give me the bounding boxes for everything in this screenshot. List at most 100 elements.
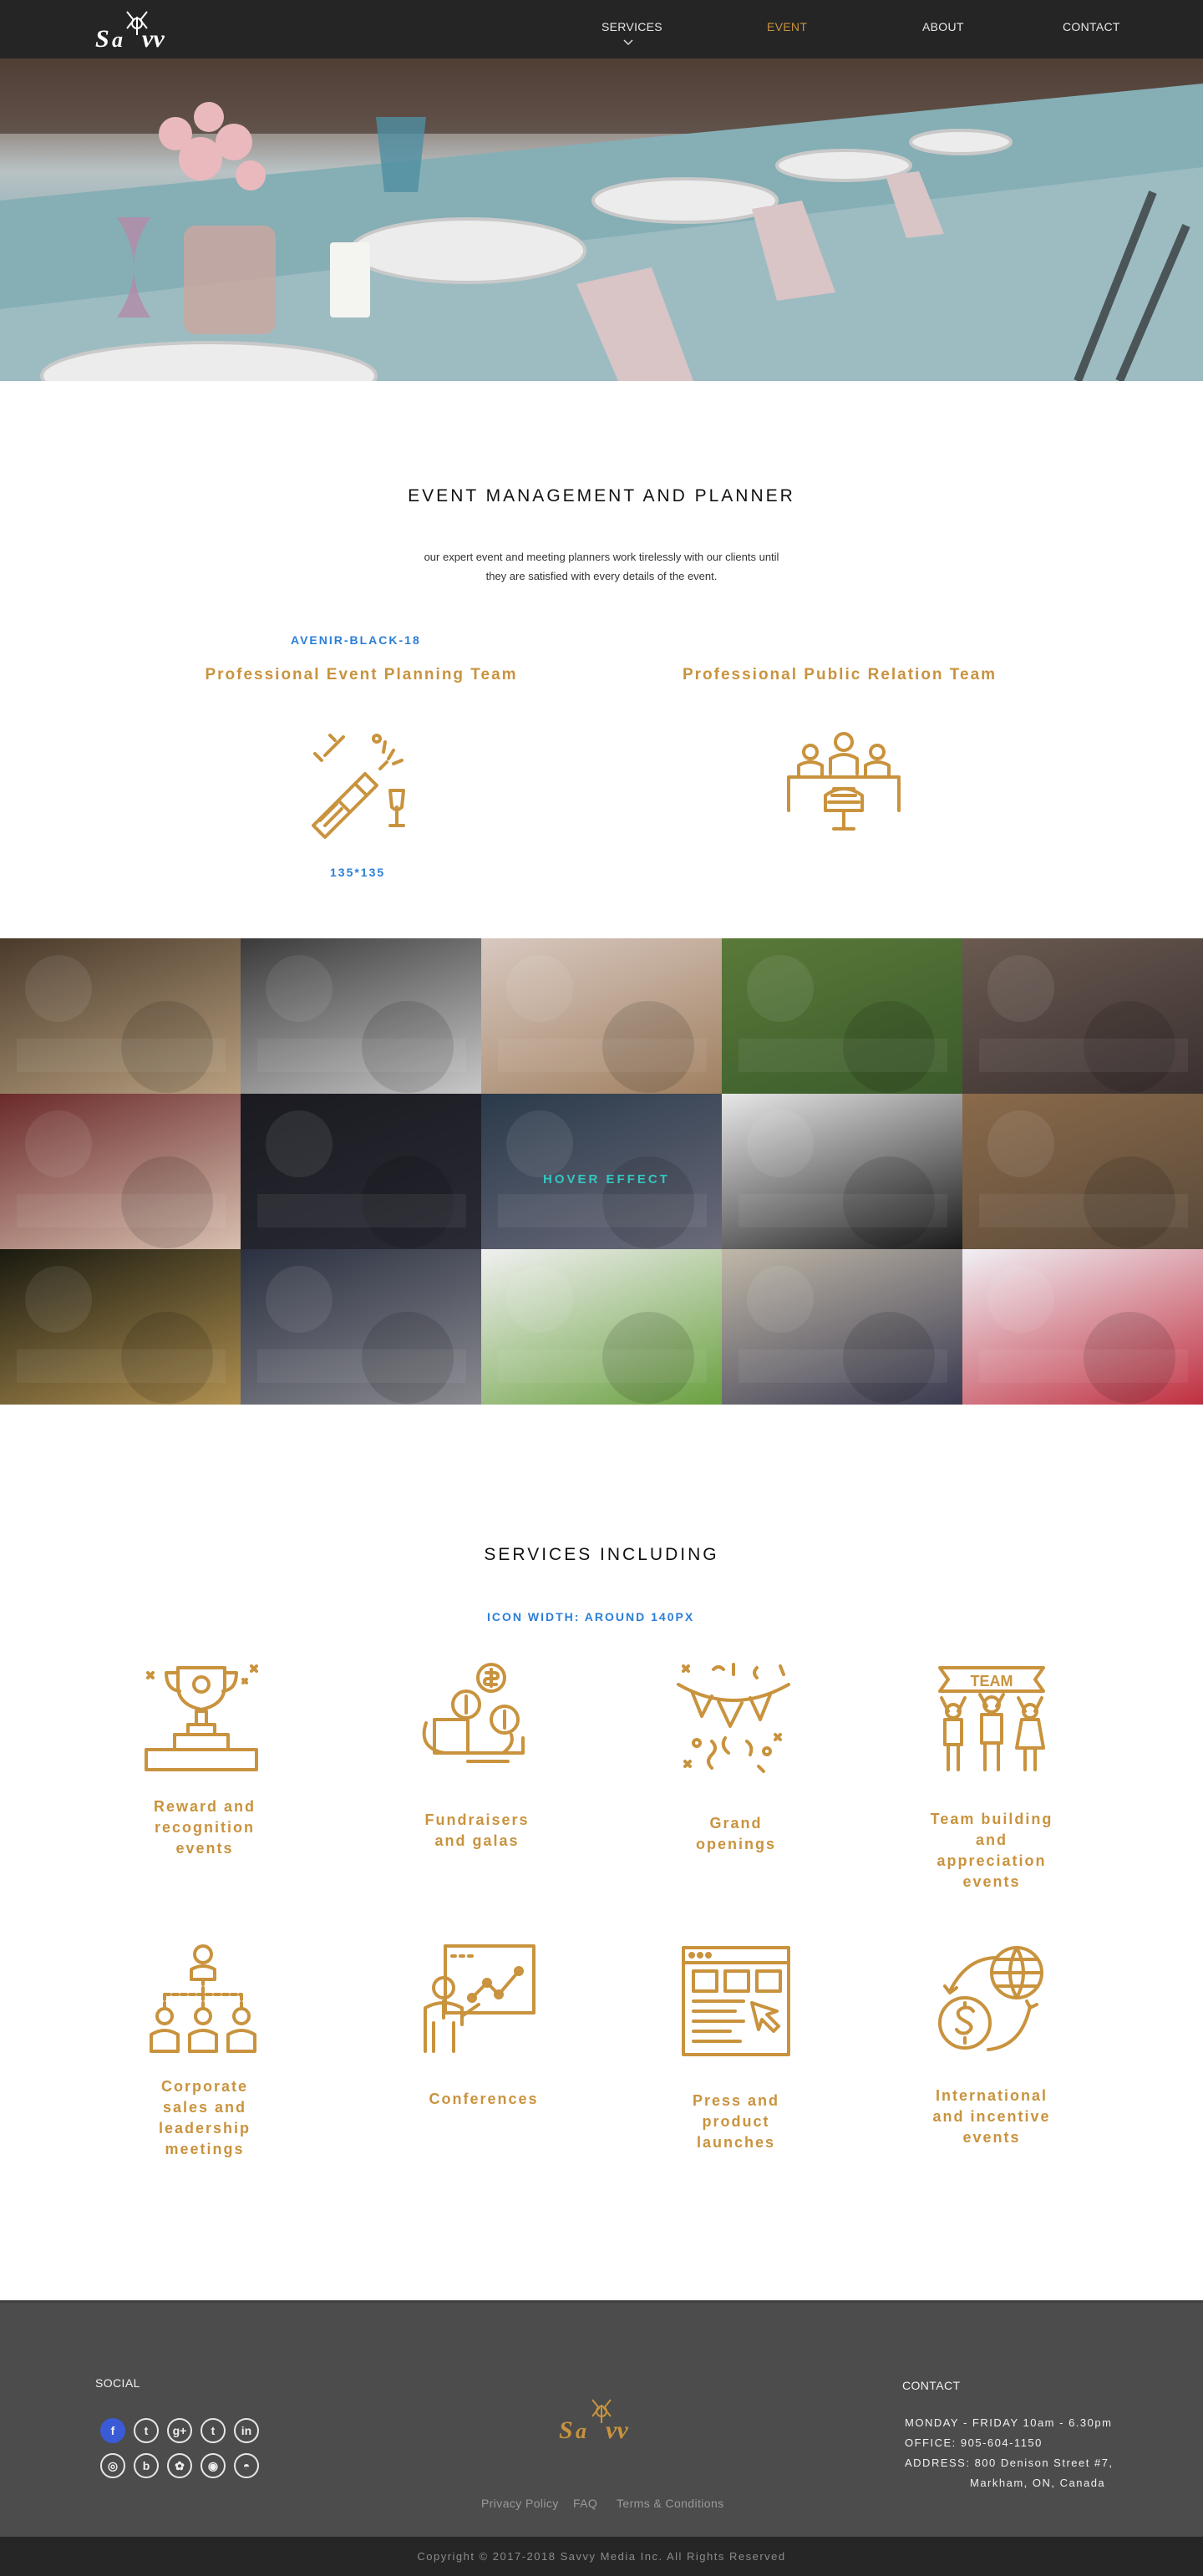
instagram-icon[interactable]: ◎ — [100, 2453, 125, 2478]
service-label-line: events — [962, 1873, 1021, 1890]
team-banner-text: TEAM — [971, 1673, 1013, 1689]
nav-event[interactable]: EVENT — [767, 20, 807, 33]
team-title-event-planning: Professional Event Planning Team — [205, 666, 518, 683]
service-label-line: International — [935, 2087, 1048, 2104]
service-label-line: sales and — [162, 2099, 247, 2116]
service-label-line: openings — [696, 1836, 776, 1852]
weibo-icon[interactable]: ◉ — [200, 2453, 226, 2478]
office-phone: OFFICE: 905-604-1150 — [905, 2436, 1043, 2449]
gallery-tile-crowd-event[interactable] — [481, 1094, 723, 1249]
bilibili-icon[interactable]: b — [134, 2453, 159, 2478]
icon-width-note: ICON WIDTH: AROUND 140PX — [487, 1610, 695, 1623]
address-line1: ADDRESS: 800 Denison Street #7, — [905, 2457, 1114, 2469]
linkedin-icon[interactable]: in — [234, 2418, 259, 2443]
gallery-tile-buffet-table[interactable] — [722, 1249, 963, 1405]
gallery-tile-reception-crowd[interactable] — [962, 1094, 1203, 1249]
gallery-tile-audience[interactable] — [962, 938, 1203, 1094]
twitter-icon[interactable]: t — [134, 2418, 159, 2443]
gallery-tile-conference-table[interactable] — [241, 938, 482, 1094]
faq-link[interactable]: FAQ — [573, 2497, 597, 2510]
svg-text:S: S — [95, 25, 109, 52]
gallery-tile-cocktail-cards[interactable] — [722, 1094, 963, 1249]
flower-icon[interactable]: ✿ — [167, 2453, 192, 2478]
org-chart-meeting-icon — [145, 1943, 261, 2064]
nav-about[interactable]: ABOUT — [922, 20, 964, 33]
service-label-line: and galas — [434, 1832, 520, 1849]
social-heading: SOCIAL — [95, 2376, 140, 2390]
service-reward-recognition[interactable]: Reward and recognition events — [96, 1796, 313, 1859]
svg-text:a: a — [112, 28, 123, 52]
chevron-down-icon[interactable] — [623, 35, 633, 46]
gallery-tile-venue-interior[interactable] — [241, 1249, 482, 1405]
conference-presentation-icon — [422, 1943, 539, 2064]
service-international-events[interactable]: International and incentive events — [883, 2086, 1100, 2148]
icon-size-note: 135*135 — [330, 866, 386, 879]
service-label-line: and — [975, 1832, 1008, 1848]
wechat-icon[interactable]: ◓ — [234, 2453, 259, 2478]
service-label-line: appreciation — [937, 1852, 1047, 1869]
trophy-icon — [145, 1661, 261, 1782]
gallery-tile-table-setting-flowers[interactable] — [481, 938, 723, 1094]
svg-text:vv: vv — [606, 2416, 628, 2444]
service-label-line: Reward and — [153, 1798, 256, 1815]
font-spec-note: AVENIR-BLACK-18 — [291, 633, 421, 647]
service-label-line: Corporate — [160, 2078, 248, 2095]
copyright-text: Copyright © 2017-2018 Savvy Media Inc. A… — [417, 2550, 786, 2563]
intro-paragraph-line2: they are satisfied with every details of… — [485, 570, 718, 582]
service-label-line: leadership — [158, 2120, 251, 2137]
google-plus-icon[interactable]: g+ — [167, 2418, 192, 2443]
event-management-heading: EVENT MANAGEMENT AND PLANNER — [408, 486, 795, 506]
international-globe-dollar-icon — [933, 1943, 1050, 2064]
service-team-building[interactable]: Team building and appreciation events — [883, 1809, 1100, 1893]
svg-text:S: S — [559, 2416, 573, 2444]
nav-event-label: EVENT — [767, 20, 808, 33]
gallery-tile-robot-cake[interactable] — [962, 1249, 1203, 1405]
privacy-policy-link[interactable]: Privacy Policy — [481, 2497, 559, 2510]
service-grand-openings[interactable]: Grand openings — [627, 1813, 845, 1855]
service-label-line: launches — [696, 2134, 776, 2151]
terms-conditions-link[interactable]: Terms & Conditions — [617, 2497, 724, 2510]
nav-contact-label: CONTACT — [1063, 20, 1120, 33]
team-title-public-relation: Professional Public Relation Team — [682, 666, 997, 683]
service-conferences[interactable]: Conferences — [375, 2089, 592, 2110]
gallery-tile-catering-appetizers[interactable] — [0, 1094, 241, 1249]
site-footer: SOCIAL S a vv Privacy Policy FAQ Terms &… — [0, 2300, 1203, 2537]
service-corporate-meetings[interactable]: Corporate sales and leadership meetings — [96, 2076, 313, 2160]
nav-about-label: ABOUT — [922, 20, 964, 33]
service-label-line: Fundraisers — [424, 1811, 530, 1828]
team-celebration-icon: TEAM — [933, 1661, 1050, 1782]
service-label-line: Grand — [709, 1815, 763, 1832]
press-launch-browser-icon — [680, 1943, 797, 2064]
gallery-tile-garden-party[interactable] — [722, 938, 963, 1094]
service-label-line: events — [962, 2129, 1021, 2146]
service-label-line: Press and — [692, 2092, 780, 2109]
top-navigation: S a vv SERVICES EVENT ABOUT CONTACT — [0, 0, 1203, 58]
fundraiser-donation-icon — [418, 1661, 535, 1782]
service-label-line: Team building — [930, 1811, 1053, 1827]
nav-services[interactable]: SERVICES — [602, 20, 662, 33]
service-label-line: and incentive — [932, 2108, 1051, 2125]
svg-text:vv: vv — [142, 25, 165, 52]
hover-effect-label: HOVER EFFECT — [543, 1172, 670, 1186]
address-line2: Markham, ON, Canada — [970, 2477, 1106, 2489]
service-label-line: meetings — [165, 2141, 245, 2157]
intro-paragraph-line1: our expert event and meeting planners wo… — [424, 551, 779, 563]
services-including-heading: SERVICES INCLUDING — [484, 1545, 719, 1564]
footer-savvy-logo[interactable]: S a vv — [556, 2395, 647, 2453]
savvy-logo[interactable]: S a vv — [94, 7, 180, 53]
grand-opening-bunting-icon — [675, 1661, 792, 1782]
gallery-tile-perfume-bottles[interactable] — [0, 1249, 241, 1405]
gallery-tile-banquet-chairs[interactable] — [0, 938, 241, 1094]
nav-contact[interactable]: CONTACT — [1063, 20, 1120, 33]
copyright-bar: Copyright © 2017-2018 Savvy Media Inc. A… — [0, 2537, 1203, 2576]
gallery-tile-plate-napkin[interactable] — [481, 1249, 723, 1405]
service-fundraisers-galas[interactable]: Fundraisers and galas — [368, 1810, 586, 1852]
service-label-line: Conferences — [429, 2091, 539, 2107]
gallery-tile-new-year-invitation[interactable] — [241, 1094, 482, 1249]
service-press-launches[interactable]: Press and product launches — [627, 2091, 845, 2153]
facebook-icon[interactable]: f — [100, 2418, 125, 2443]
tumblr-icon[interactable]: t — [200, 2418, 226, 2443]
svg-text:a: a — [576, 2419, 586, 2443]
service-label-line: product — [702, 2113, 770, 2130]
contact-heading: CONTACT — [902, 2379, 961, 2392]
